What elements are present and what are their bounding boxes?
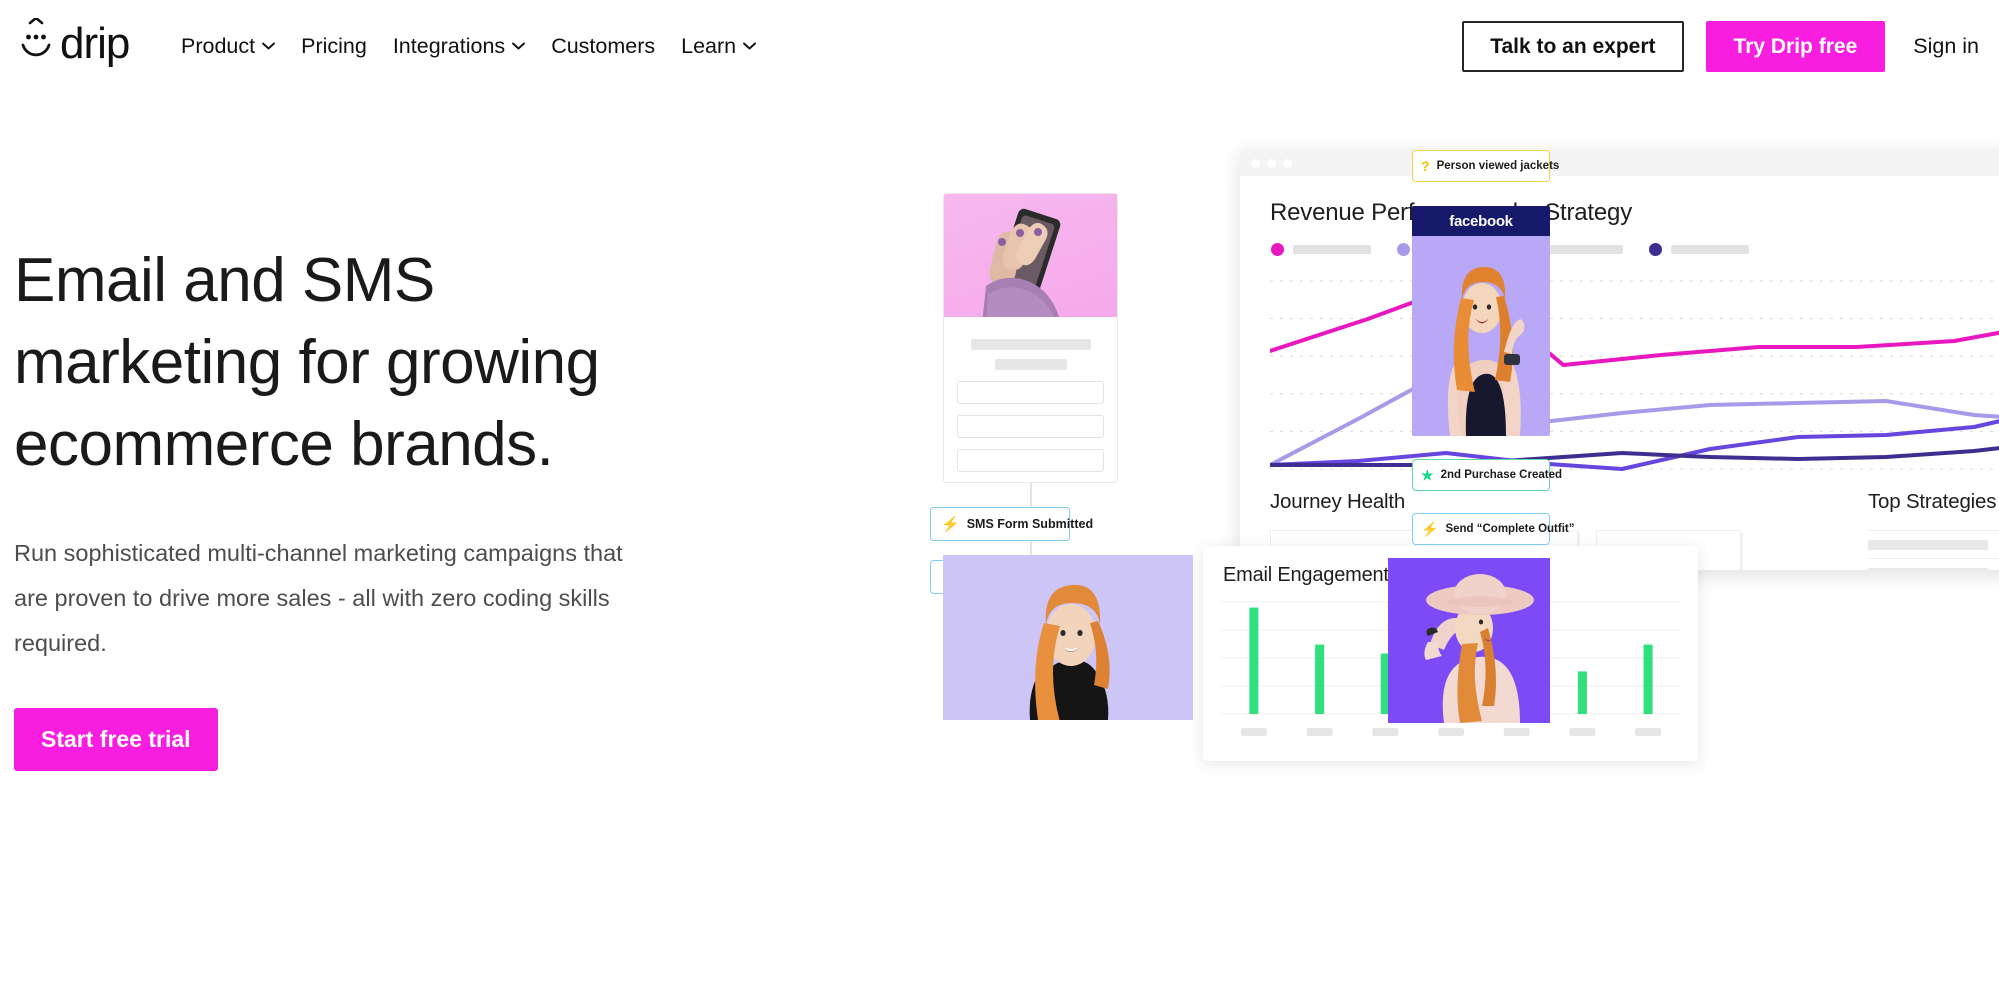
revenue-dashboard-card: Revenue Performance by Strategy Jo xyxy=(1240,150,1999,570)
top-strategies-title: Top Strategies xyxy=(1868,490,1997,513)
row-name-placeholder xyxy=(1868,539,1988,550)
chevron-down-icon xyxy=(512,42,526,50)
hero-content: Email and SMS marketing for growing ecom… xyxy=(14,240,714,771)
nav-item-label: Pricing xyxy=(301,33,367,58)
try-drip-free-button[interactable]: Try Drip free xyxy=(1705,20,1886,72)
drip-smiley-logo-icon xyxy=(21,18,51,57)
table-row[interactable] xyxy=(1868,530,1999,558)
legend-label-placeholder xyxy=(1293,245,1371,254)
window-chrome xyxy=(1240,150,1999,176)
question-mark-icon: ? xyxy=(1421,158,1430,174)
star-icon: ★ xyxy=(1421,466,1434,483)
window-dot-icon xyxy=(1283,158,1292,168)
flow-pill-sms-form-submitted[interactable]: ⚡ SMS Form Submitted xyxy=(930,507,1093,541)
nav-item-label: Learn xyxy=(681,33,737,58)
lightning-icon: ⚡ xyxy=(1421,520,1439,537)
form-body xyxy=(944,317,1117,482)
form-input-field[interactable] xyxy=(957,381,1104,404)
talk-to-expert-button[interactable]: Talk to an expert xyxy=(1462,20,1684,72)
legend-dot-icon xyxy=(1271,243,1284,256)
top-strategies-list xyxy=(1868,530,1999,570)
legend-dot-icon xyxy=(1397,243,1410,256)
top-strategies-section: Top Strategies xyxy=(1820,490,1999,570)
chevron-down-icon xyxy=(743,42,757,50)
flow-pill-label: Person viewed jackets xyxy=(1436,160,1560,172)
bottom-right-model-photo xyxy=(1388,558,1550,723)
bottom-left-model-photo xyxy=(943,555,1193,720)
nav-item-label: Customers xyxy=(551,33,656,58)
journey-health-title: Journey Health xyxy=(1270,490,1406,513)
flow-pill-send-complete-outfit[interactable]: ⚡ Send “Complete Outfit” xyxy=(1412,513,1575,545)
form-input-field[interactable] xyxy=(957,415,1104,438)
nav-item-learn[interactable]: Learn xyxy=(668,34,769,59)
flow-pill-label: Send “Complete Outfit” xyxy=(1445,523,1575,535)
sign-in-link[interactable]: Sign in xyxy=(1913,34,1979,59)
smiling-woman-illustration xyxy=(943,555,1193,720)
nav-item-label: Integrations xyxy=(392,33,506,58)
facebook-ad-card: facebook xyxy=(1412,206,1550,436)
table-row[interactable] xyxy=(1868,558,1999,570)
row-name-placeholder xyxy=(1868,567,1988,570)
legend-item xyxy=(1271,243,1371,256)
hand-holding-phone-photo xyxy=(944,194,1117,317)
nav-item-customers[interactable]: Customers xyxy=(538,34,668,59)
nav-item-pricing[interactable]: Pricing xyxy=(288,34,380,59)
nav-item-integrations[interactable]: Integrations xyxy=(380,34,538,59)
form-heading-placeholder xyxy=(970,339,1091,350)
logo-wordmark: drip xyxy=(60,19,130,68)
flow-pill-label: 2nd Purchase Created xyxy=(1440,469,1562,481)
woman-with-hat-illustration xyxy=(1388,558,1550,723)
drip-logo[interactable]: drip xyxy=(14,18,130,68)
page-title: Email and SMS marketing for growing ecom… xyxy=(14,246,600,479)
window-dot-icon xyxy=(1267,158,1276,168)
top-navigation-bar: drip Product Pricing Integrations Custom… xyxy=(0,0,1999,92)
legend-item xyxy=(1649,243,1749,256)
legend-label-placeholder xyxy=(1545,245,1623,254)
chart-legend xyxy=(1240,227,1999,256)
window-dot-icon xyxy=(1251,158,1260,168)
model-pointing-illustration xyxy=(1412,236,1550,436)
flow-pill-2nd-purchase-created[interactable]: ★ 2nd Purchase Created xyxy=(1412,459,1562,491)
dashboard-title: Revenue Performance by Strategy xyxy=(1270,199,1632,226)
revenue-line-chart xyxy=(1270,280,1999,475)
hero-subheading: Run sophisticated multi-channel marketin… xyxy=(14,540,623,656)
nav-item-product[interactable]: Product xyxy=(168,34,288,59)
facebook-brand-bar: facebook xyxy=(1412,206,1550,236)
flow-pill-person-viewed-jackets[interactable]: ? Person viewed jackets xyxy=(1412,150,1559,182)
nav-item-label: Product xyxy=(181,33,256,58)
legend-dot-icon xyxy=(1649,243,1662,256)
hand-phone-illustration xyxy=(982,208,1061,317)
flow-pill-label: SMS Form Submitted xyxy=(966,517,1094,531)
nav-actions: Talk to an expert Try Drip free Sign in xyxy=(1462,0,1999,92)
form-input-field[interactable] xyxy=(957,449,1104,472)
flow-connector xyxy=(1030,483,1032,507)
start-free-trial-button[interactable]: Start free trial xyxy=(14,708,218,771)
sms-signup-form-card xyxy=(943,193,1118,483)
lightning-icon: ⚡ xyxy=(941,515,960,533)
hero-illustration: ⚡ SMS Form Submitted ⚡ Send “Welcome cod… xyxy=(930,150,1999,950)
chevron-down-icon xyxy=(262,42,276,50)
legend-label-placeholder xyxy=(1671,245,1749,254)
nav-links: Product Pricing Integrations Customers L… xyxy=(168,0,769,92)
form-subheading-placeholder xyxy=(994,359,1067,370)
